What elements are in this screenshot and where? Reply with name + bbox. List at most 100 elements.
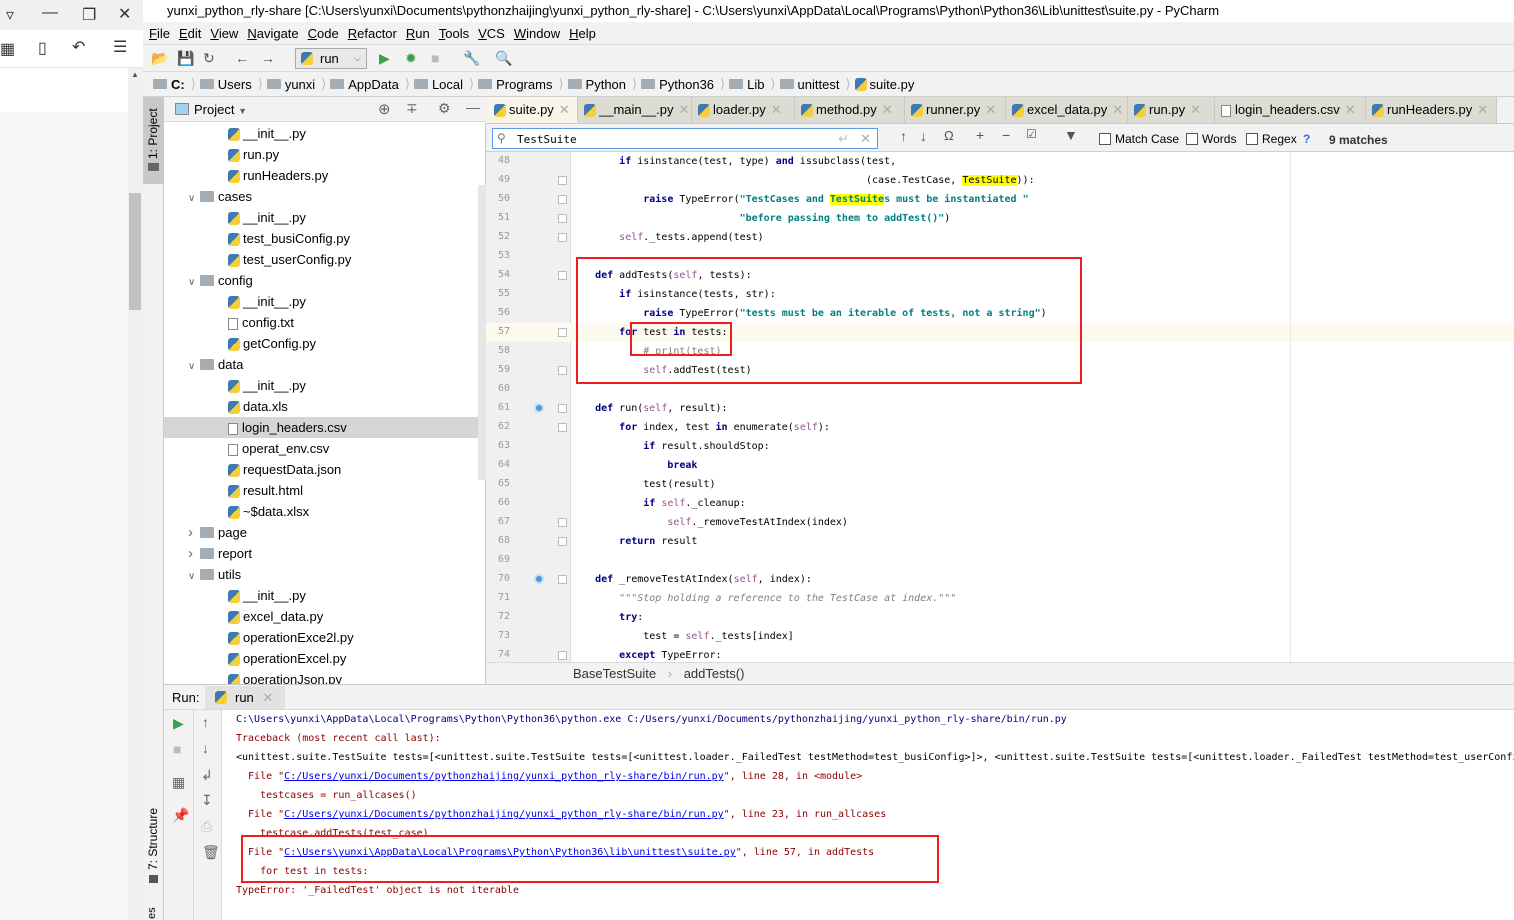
tab-method-py[interactable]: method.py ✕ — [795, 97, 905, 123]
select-all-occurrences-icon[interactable]: Ω — [944, 128, 954, 143]
tree-file[interactable]: test_userConfig.py — [164, 249, 478, 270]
regex-help-link[interactable]: ? — [1303, 132, 1310, 146]
breadcrumb-item[interactable]: Programs — [478, 77, 552, 92]
find-input[interactable]: ⚲ TestSuite ↵ ✕ — [492, 128, 878, 149]
tree-folder[interactable]: ∨ cases — [164, 186, 478, 207]
menu-file[interactable]: File — [149, 26, 170, 41]
close-tab-icon[interactable]: ✕ — [985, 102, 996, 117]
file-link[interactable]: C:/Users/yunxi/Documents/pythonzhaijing/… — [284, 809, 724, 820]
scroll-to-end-icon[interactable]: ↧ — [201, 792, 213, 809]
breadcrumb-item[interactable]: Python — [567, 77, 626, 92]
project-tool-button[interactable]: 1: Project — [143, 97, 164, 184]
chevron-down-icon[interactable]: ∨ — [188, 566, 200, 587]
shirt-icon[interactable]: ▿ — [6, 5, 14, 25]
breadcrumb-item[interactable]: suite.py — [854, 77, 914, 92]
restore-icon[interactable]: ❐ — [82, 5, 96, 25]
tree-file[interactable]: __init__.py — [164, 291, 478, 312]
trash-icon[interactable]: 🗑 — [202, 844, 220, 861]
tree-file[interactable]: __init__.py — [164, 123, 478, 144]
tree-file[interactable]: __init__.py — [164, 207, 478, 228]
close-icon[interactable]: ✕ — [118, 4, 131, 24]
down-icon[interactable]: ↓ — [202, 740, 209, 756]
run-config-select[interactable]: run ⌵ — [295, 48, 367, 69]
collapse-all-icon[interactable]: ∓ — [406, 100, 418, 117]
tab-runner-py[interactable]: runner.py ✕ — [905, 97, 1006, 123]
tree-folder[interactable]: ∨ data — [164, 354, 478, 375]
tab-runheaders-py[interactable]: runHeaders.py ✕ — [1366, 97, 1497, 123]
tree-file[interactable]: operationExcel.py — [164, 648, 478, 669]
tab-suite-py[interactable]: suite.py ✕ — [488, 97, 578, 123]
close-tab-icon[interactable]: ✕ — [559, 102, 570, 117]
save-icon[interactable]: 💾 — [177, 50, 194, 67]
chevron-down-icon[interactable]: ∨ — [188, 188, 200, 209]
soft-wrap-icon[interactable]: ↲ — [201, 767, 213, 784]
tab-loader-py[interactable]: loader.py ✕ — [692, 97, 795, 123]
tree-file[interactable]: config.txt — [164, 312, 478, 333]
chevron-down-icon[interactable]: ∨ — [188, 272, 200, 293]
breadcrumb-item[interactable]: C: — [153, 77, 185, 92]
minimize-icon[interactable]: — — [42, 4, 58, 22]
fold-marker-icon[interactable] — [558, 651, 567, 660]
add-occurrence-icon[interactable]: + — [976, 127, 984, 143]
close-tab-icon[interactable]: ✕ — [678, 102, 689, 117]
tree-file[interactable]: test_busiConfig.py — [164, 228, 478, 249]
print-icon[interactable]: ⎙ — [201, 818, 212, 835]
tab-run-py[interactable]: run.py ✕ — [1128, 97, 1215, 123]
fold-marker-icon[interactable] — [558, 404, 567, 413]
structure-tool-button[interactable]: 7: Structure — [143, 805, 164, 885]
tree-file[interactable]: operat_env.csv — [164, 438, 478, 459]
tab--main-py[interactable]: __main__.py ✕ — [578, 97, 692, 123]
tab-excel-data-py[interactable]: excel_data.py ✕ — [1006, 97, 1128, 123]
back-icon[interactable]: ← — [235, 50, 249, 66]
breadcrumb-class[interactable]: BaseTestSuite — [573, 666, 656, 681]
scrollbar-thumb[interactable] — [129, 193, 141, 310]
tree-file[interactable]: result.html — [164, 480, 478, 501]
run-tab[interactable]: run ✕ — [205, 686, 285, 709]
open-folder-icon[interactable]: 📂 — [151, 50, 168, 67]
fold-marker-icon[interactable] — [558, 233, 567, 242]
breadcrumb-item[interactable]: Lib — [729, 77, 764, 92]
menu-help[interactable]: Help — [569, 26, 596, 41]
close-tab-icon[interactable]: ✕ — [1112, 102, 1123, 117]
menu-navigate[interactable]: Navigate — [247, 26, 298, 41]
tree-file[interactable]: __init__.py — [164, 585, 478, 606]
breadcrumb-item[interactable]: yunxi — [266, 77, 315, 92]
tree-file[interactable]: operationJson.py — [164, 669, 478, 684]
project-tree-scrollbar[interactable] — [478, 185, 486, 480]
fold-marker-icon[interactable] — [558, 195, 567, 204]
fold-marker-icon[interactable] — [558, 537, 567, 546]
fold-marker-icon[interactable] — [558, 518, 567, 527]
breadcrumb-item[interactable]: Local — [413, 77, 463, 92]
locate-icon[interactable]: ⊕ — [378, 100, 391, 118]
override-method-icon[interactable] — [534, 574, 544, 584]
tree-folder[interactable]: ∨ utils — [164, 564, 478, 585]
tree-file[interactable]: __init__.py — [164, 375, 478, 396]
toggle-occurrence-icon[interactable]: ☑ — [1026, 127, 1037, 141]
breadcrumb-method[interactable]: addTests() — [684, 666, 745, 681]
tree-file[interactable]: ~$data.xlsx — [164, 501, 478, 522]
chevron-right-icon[interactable]: › — [188, 543, 200, 564]
regex-checkbox[interactable]: Regex — [1246, 132, 1297, 146]
fold-marker-icon[interactable] — [558, 366, 567, 375]
tree-folder[interactable]: › report — [164, 543, 478, 564]
menu-window[interactable]: Window — [514, 26, 560, 41]
sync-icon[interactable]: ↻ — [203, 50, 215, 67]
run-console[interactable]: C:\Users\yunxi\AppData\Local\Programs\Py… — [222, 710, 1514, 920]
menu-refactor[interactable]: Refactor — [348, 26, 397, 41]
breadcrumb-item[interactable]: Python36 — [641, 77, 714, 92]
fold-marker-icon[interactable] — [558, 271, 567, 280]
fold-marker-icon[interactable] — [558, 214, 567, 223]
fold-marker-icon[interactable] — [558, 328, 567, 337]
fold-marker-icon[interactable] — [558, 423, 567, 432]
menu-vcs[interactable]: VCS — [478, 26, 505, 41]
apps-icon[interactable]: ▦ — [0, 39, 15, 59]
close-tab-icon[interactable]: ✕ — [882, 102, 893, 117]
debug-icon[interactable]: ✹ — [405, 50, 417, 67]
tree-file[interactable]: login_headers.csv — [164, 417, 478, 438]
clear-icon[interactable]: ✕ — [860, 129, 871, 148]
menu-tools[interactable]: Tools — [439, 26, 469, 41]
menu-run[interactable]: Run — [406, 26, 430, 41]
close-tab-icon[interactable]: ✕ — [262, 690, 273, 705]
tree-file[interactable]: operationExce2l.py — [164, 627, 478, 648]
tree-file[interactable]: runHeaders.py — [164, 165, 478, 186]
